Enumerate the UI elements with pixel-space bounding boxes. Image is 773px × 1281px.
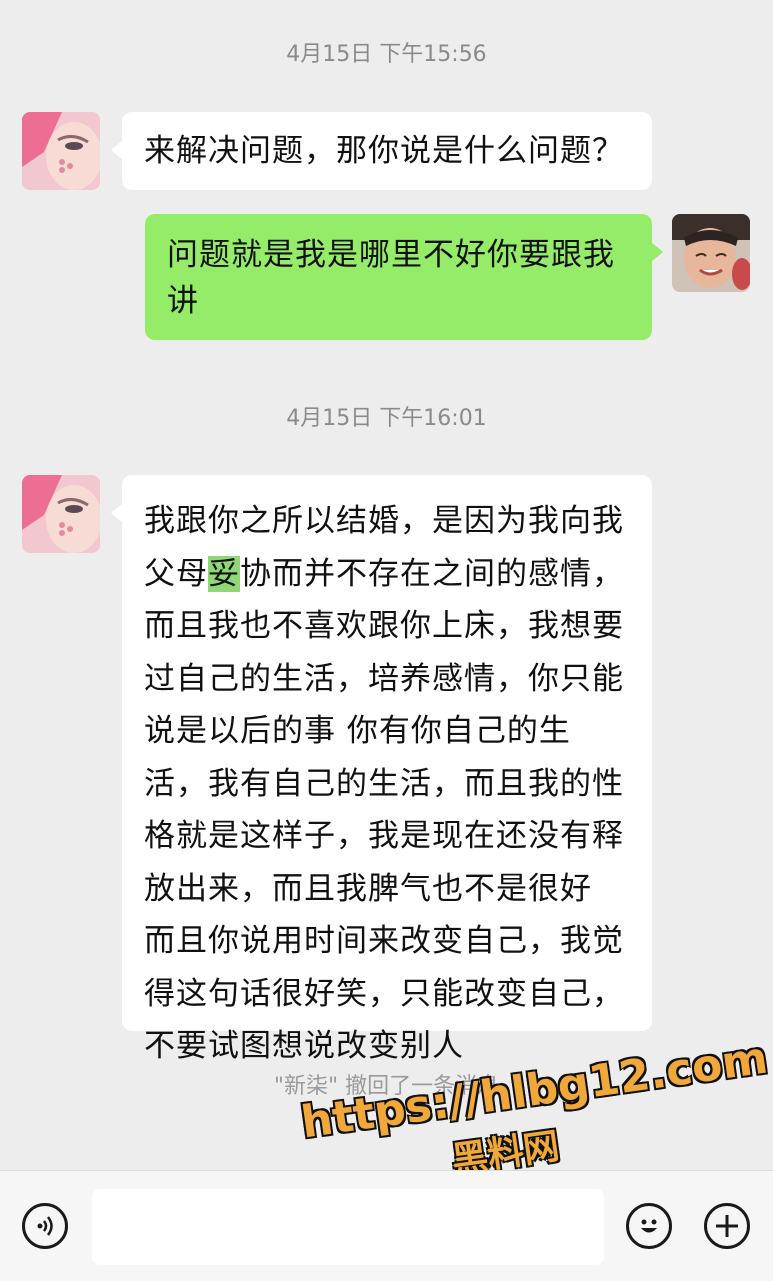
- emoji-icon[interactable]: [626, 1203, 672, 1249]
- message-text: 我跟你之所以结婚，是因为我向我父母妥协而并不存在之间的感情，而且我也不喜欢跟你上…: [144, 503, 624, 1064]
- bubble-tail: [651, 242, 663, 262]
- message-text: 问题就是我是哪里不好你要跟我讲: [167, 237, 615, 319]
- message-bubble-received[interactable]: 来解决问题，那你说是什么问题？: [111, 112, 652, 190]
- bubble-tail: [111, 140, 123, 160]
- chat-input-bar: [0, 1170, 773, 1281]
- message-bubble-sent[interactable]: 问题就是我是哪里不好你要跟我讲: [145, 214, 663, 340]
- timestamp: 4月15日 下午15:56: [286, 42, 487, 67]
- contact-avatar[interactable]: [22, 112, 100, 190]
- timestamp: 4月15日 下午16:01: [286, 406, 487, 431]
- message-text-part: 协而并不存在之间的感情，而且我也不喜欢跟你上床，我想要过自己的生活，培养感情，你…: [144, 555, 624, 1065]
- message-bubble-received[interactable]: 我跟你之所以结婚，是因为我向我父母妥协而并不存在之间的感情，而且我也不喜欢跟你上…: [111, 475, 652, 1064]
- bubble-tail: [111, 503, 123, 523]
- text-selection-highlight: 妥: [208, 555, 240, 592]
- self-avatar[interactable]: [672, 214, 750, 292]
- voice-icon[interactable]: [22, 1203, 68, 1249]
- message-input[interactable]: [92, 1189, 604, 1265]
- plus-icon[interactable]: [704, 1203, 750, 1249]
- message-text: 来解决问题，那你说是什么问题？: [144, 133, 624, 169]
- contact-avatar[interactable]: [22, 475, 100, 553]
